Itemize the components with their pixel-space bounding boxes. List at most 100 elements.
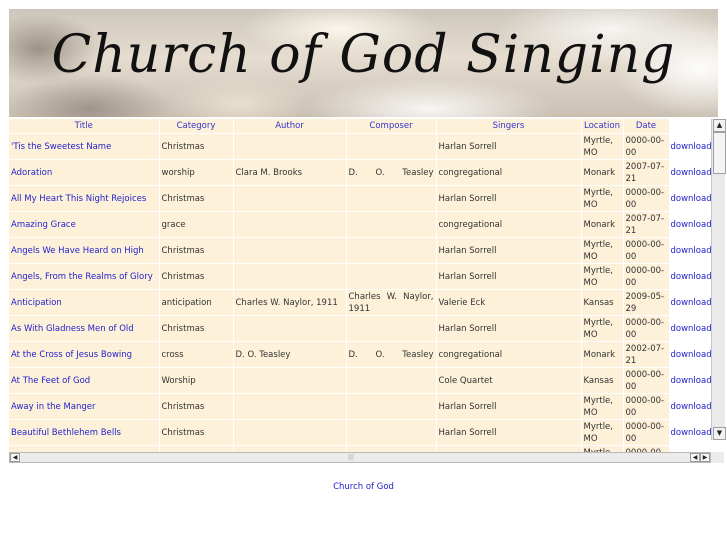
download-link-cell: download <box>669 419 711 446</box>
cell-category: Christmas <box>159 185 234 212</box>
download-link[interactable]: download <box>671 402 711 412</box>
cell-author: Clara M. Brooks <box>233 159 347 186</box>
cell-location: Monark <box>581 211 624 238</box>
song-title-link[interactable]: Angels, From the Realms of Glory <box>11 272 153 282</box>
col-header-title[interactable]: Title <box>9 119 160 134</box>
cell-title-cell: At the Cross of Jesus Bowing <box>9 341 160 368</box>
song-title-link[interactable]: Anticipation <box>11 298 62 308</box>
cell-singers: congregational <box>436 341 582 368</box>
col-header-date[interactable]: Date <box>623 119 670 134</box>
download-link-cell: download <box>669 289 711 316</box>
song-title-link[interactable]: 'Tis the Sweetest Name <box>11 142 111 152</box>
cell-author <box>233 237 347 264</box>
download-link-cell: download <box>669 185 711 212</box>
cell-category: anticipation <box>159 289 234 316</box>
download-link[interactable]: download <box>671 142 711 152</box>
table-row: Angels, From the Realms of Glory Christma… <box>9 263 711 290</box>
song-title-link[interactable]: Angels We Have Heard on High <box>11 246 144 256</box>
cell-singers: Harlan Sorrell <box>436 315 582 342</box>
cell-author <box>233 133 347 160</box>
horizontal-scrollbar[interactable]: ◀ ||| ◀ ▶ <box>9 452 711 463</box>
left-arrow-icon[interactable]: ◀ <box>10 453 20 462</box>
cell-composer: D. O. Teasley <box>346 341 437 368</box>
cell-date: 0000-00-00 <box>623 185 670 212</box>
cell-title-cell: All My Heart This Night Rejoices <box>9 185 160 212</box>
cell-title-cell: Anticipation <box>9 289 160 316</box>
col-header-location[interactable]: Location <box>581 119 624 134</box>
cell-category: grace <box>159 211 234 238</box>
download-link[interactable]: download <box>671 428 711 438</box>
right-arrow-icon[interactable]: ▶ <box>700 453 710 462</box>
cell-composer <box>346 185 437 212</box>
song-title-link[interactable]: At the Cross of Jesus Bowing <box>11 350 132 360</box>
cell-category: worship <box>159 159 234 186</box>
down-arrow-icon[interactable]: ▼ <box>713 427 726 440</box>
cell-location: Monark <box>581 159 624 186</box>
col-header-action <box>669 119 711 134</box>
download-link[interactable]: download <box>671 376 711 386</box>
cell-composer <box>346 263 437 290</box>
cell-date: 0000-00-00 <box>623 419 670 446</box>
vertical-scroll-thumb[interactable] <box>713 132 726 174</box>
download-link[interactable]: download <box>671 246 711 256</box>
song-title-link[interactable]: Away in the Manger <box>11 402 96 412</box>
up-arrow-icon[interactable]: ▲ <box>713 119 726 132</box>
col-header-singers[interactable]: Singers <box>436 119 582 134</box>
footer-link[interactable]: Church of God <box>333 482 394 492</box>
cell-location: Myrtle, MO <box>581 419 624 446</box>
cell-singers: Harlan Sorrell <box>436 133 582 160</box>
cell-location: Myrtle, MO <box>581 315 624 342</box>
cell-singers: Harlan Sorrell <box>436 263 582 290</box>
vertical-scrollbar[interactable]: ▲ ▼ <box>711 119 726 440</box>
cell-composer: D. O. Teasley <box>346 159 437 186</box>
col-header-author[interactable]: Author <box>233 119 347 134</box>
cell-location: Kansas <box>581 367 624 394</box>
download-link[interactable]: download <box>671 168 711 178</box>
cell-singers: Valerie Eck <box>436 289 582 316</box>
cell-location: Myrtle, MO <box>581 393 624 420</box>
download-link-cell: download <box>669 133 711 160</box>
cell-singers: Harlan Sorrell <box>436 419 582 446</box>
download-link[interactable]: download <box>671 272 711 282</box>
download-link-cell: download <box>669 211 711 238</box>
col-header-composer[interactable]: Composer <box>346 119 437 134</box>
song-title-link[interactable]: All My Heart This Night Rejoices <box>11 194 146 204</box>
cell-author <box>233 185 347 212</box>
cell-category: cross <box>159 341 234 368</box>
cell-singers: congregational <box>436 211 582 238</box>
download-link[interactable]: download <box>671 298 711 308</box>
table-row: As With Gladness Men of Old Christmas Harl… <box>9 315 711 342</box>
table-row: Away in the Manger Christmas Harlan Sorrel… <box>9 393 711 420</box>
download-link[interactable]: download <box>671 324 711 334</box>
cell-category: Christmas <box>159 133 234 160</box>
cell-composer <box>346 133 437 160</box>
download-link-cell: download <box>669 341 711 368</box>
cell-author: Charles W. Naylor, 1911 <box>233 289 347 316</box>
cell-singers: Harlan Sorrell <box>436 185 582 212</box>
table-row: Beautiful Bethlehem Bells Christmas Harlan… <box>9 419 711 446</box>
cell-composer <box>346 315 437 342</box>
table-row: At The Feet of God Worship Cole Quartet Kan… <box>9 367 711 394</box>
song-title-link[interactable]: Beautiful Bethlehem Bells <box>11 428 121 438</box>
cell-title-cell: Beautiful Bethlehem Bells <box>9 419 160 446</box>
cell-composer <box>346 237 437 264</box>
song-title-link[interactable]: Amazing Grace <box>11 220 76 230</box>
song-title-link[interactable]: Adoration <box>11 168 52 178</box>
table-row: Amazing Grace grace congregational Monark 20… <box>9 211 711 238</box>
download-link-cell: download <box>669 315 711 342</box>
left-arrow-icon[interactable]: ◀ <box>690 453 700 462</box>
song-title-link[interactable]: As With Gladness Men of Old <box>11 324 134 334</box>
cell-title-cell: Amazing Grace <box>9 211 160 238</box>
download-link[interactable]: download <box>671 194 711 204</box>
cell-author <box>233 315 347 342</box>
download-link-cell: download <box>669 159 711 186</box>
cell-title-cell: Away in the Manger <box>9 393 160 420</box>
download-link[interactable]: download <box>671 220 711 230</box>
song-title-link[interactable]: At The Feet of God <box>11 376 90 386</box>
cell-date: 0000-00-00 <box>623 263 670 290</box>
col-header-category[interactable]: Category <box>159 119 234 134</box>
download-link[interactable]: download <box>671 350 711 360</box>
scroll-grip-icon[interactable]: ||| <box>348 454 362 461</box>
cell-author <box>233 367 347 394</box>
cell-category: Christmas <box>159 419 234 446</box>
